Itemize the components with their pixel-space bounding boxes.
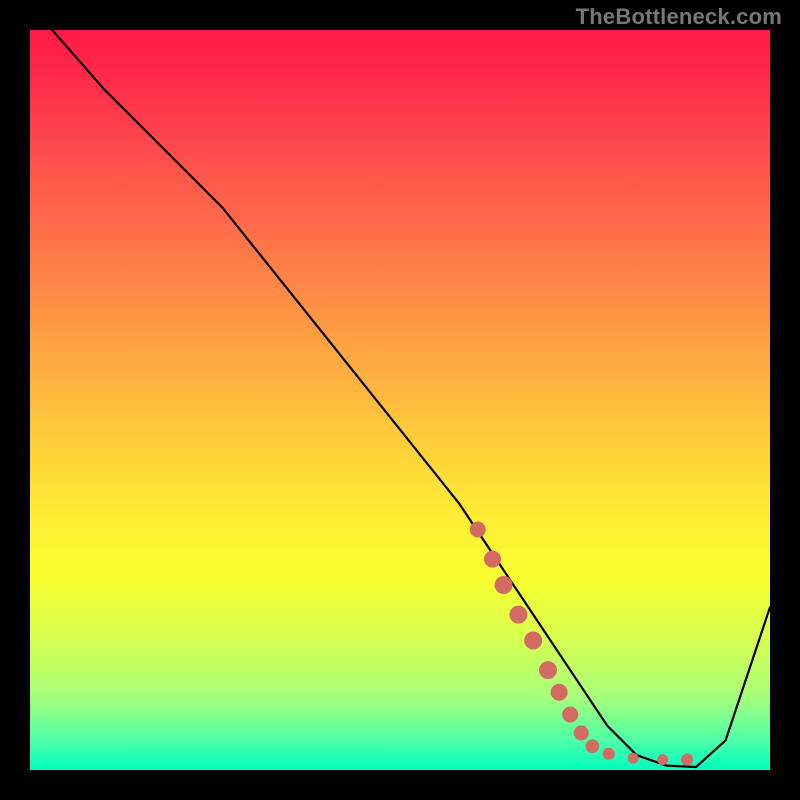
data-point-marker [551,684,567,700]
data-point-marker [470,522,485,537]
data-point-marker [658,755,668,765]
data-point-marker [525,632,542,649]
marker-layer [30,30,770,770]
data-point-marker [628,753,638,763]
data-point-marker [495,577,512,594]
data-point-marker [510,606,527,623]
plot-area [30,30,770,770]
data-point-marker [485,551,501,567]
data-point-marker [586,740,599,753]
data-point-marker [603,748,614,759]
watermark-text: TheBottleneck.com [576,4,782,30]
chart-stage: TheBottleneck.com [0,0,800,800]
data-point-marker [563,707,578,722]
data-point-marker [540,662,557,679]
data-point-marker [574,726,588,740]
data-point-marker [682,754,693,765]
